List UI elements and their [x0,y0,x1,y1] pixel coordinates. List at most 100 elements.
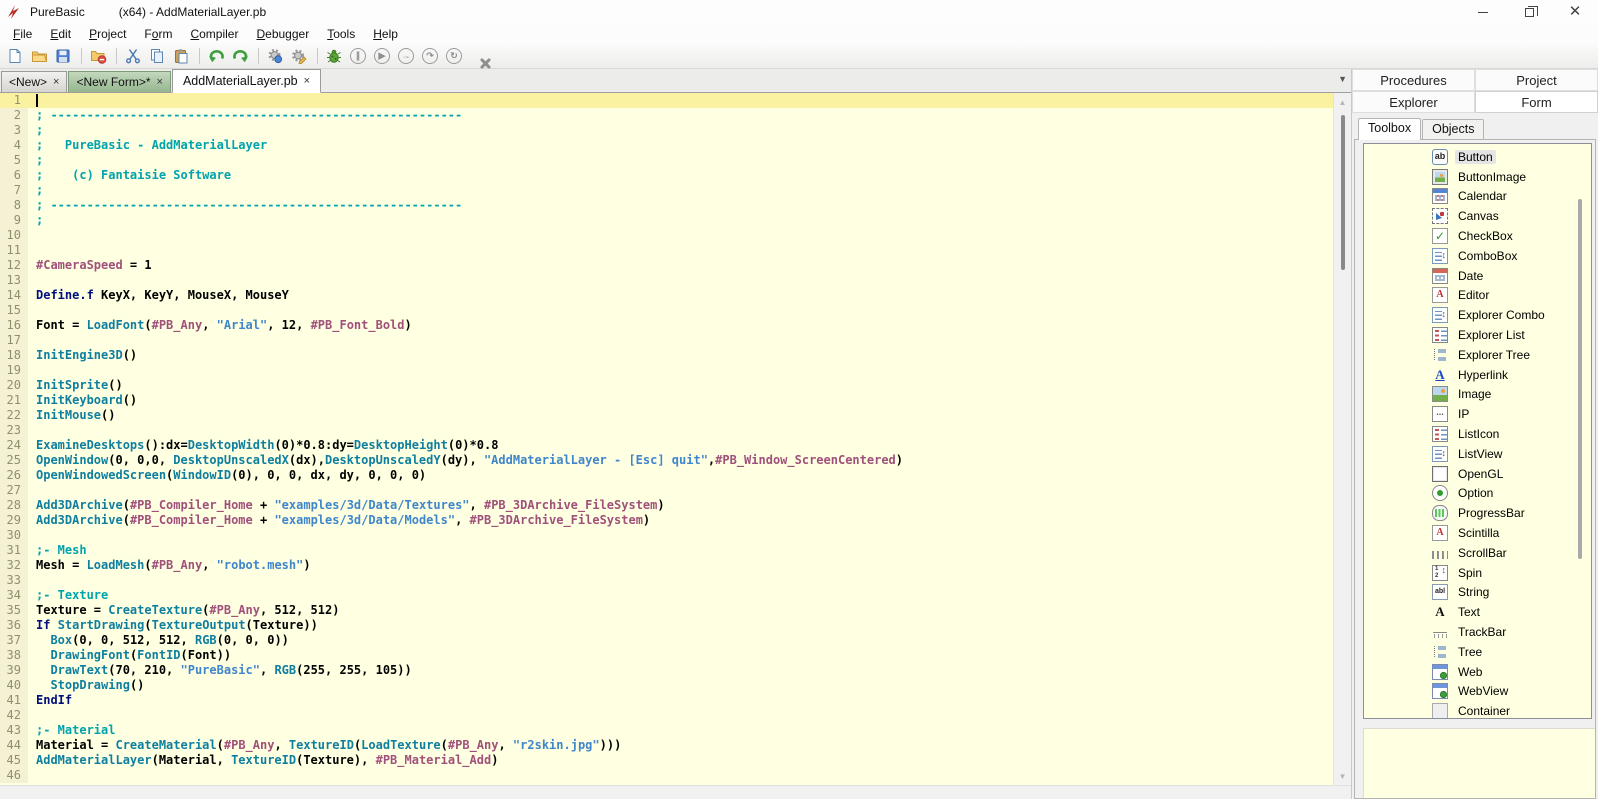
scrollbar-thumb[interactable] [1341,115,1345,270]
toolbox-pane: Button ButtonImage Calendar Canv [1354,139,1596,799]
menu-item[interactable]: Debugger [247,25,318,43]
subtab[interactable]: Objects [1422,119,1484,139]
toolbox-item[interactable]: WebView [1364,682,1591,702]
toolbox-item[interactable]: Tree [1364,642,1591,662]
code-line: 46 [0,768,1333,783]
toolbox-item[interactable]: IP [1364,404,1591,424]
toolbox-item[interactable]: Explorer Tree [1364,345,1591,365]
save-file-icon[interactable] [51,45,75,67]
toolbox-item[interactable]: Canvas [1364,206,1591,226]
tab-close-icon[interactable]: × [53,76,59,88]
toolbox-item[interactable]: Container [1364,701,1591,719]
toolbox-item-label: Scintilla [1455,526,1502,540]
toolbox-item[interactable]: Explorer Combo [1364,305,1591,325]
toolbox-item[interactable]: Scintilla [1364,523,1591,543]
compiler-options-icon[interactable] [287,45,311,67]
toolbox-item[interactable]: Hyperlink [1364,365,1591,385]
file-tab[interactable]: <New> × [1,71,67,92]
undo-icon[interactable] [204,45,228,67]
toolbox-item[interactable]: Explorer List [1364,325,1591,345]
line-number: 18 [0,348,28,363]
form-properties-panel [1363,728,1595,798]
minimize-icon[interactable] [1460,0,1506,24]
line-number: 26 [0,468,28,483]
menu-item[interactable]: Form [135,25,181,43]
close-file-icon[interactable] [86,45,110,67]
editor-vertical-scrollbar[interactable]: ▲ ▼ [1333,93,1351,785]
toolbox-item[interactable]: Image [1364,385,1591,405]
continue-icon[interactable]: ▶ [370,45,394,67]
file-tabbar: <New> × <New Form>* × AddMaterialLayer.p… [0,69,1351,93]
toolbox-item[interactable]: ButtonImage [1364,167,1591,187]
paste-icon[interactable] [169,45,193,67]
toolbox-item[interactable]: OpenGL [1364,464,1591,484]
panel-tab[interactable]: Form [1475,91,1598,113]
toolbox-item[interactable]: Spin [1364,563,1591,583]
step-over-icon[interactable]: ↷ [418,45,442,67]
compile-run-icon[interactable] [263,45,287,67]
panel-tab[interactable]: Project [1475,69,1598,91]
toolbox-item[interactable]: Web [1364,662,1591,682]
hyperlink-icon [1432,367,1448,383]
chevron-down-icon[interactable]: ▼ [1338,74,1347,84]
toolbox-item[interactable]: Date [1364,266,1591,286]
code-editor[interactable]: 1 2 ; ----------------------------------… [0,93,1333,785]
panel-tab[interactable]: Procedures [1352,69,1475,91]
toolbox-item[interactable]: String [1364,583,1591,603]
pause-icon[interactable]: ∥ [346,45,370,67]
redo-icon[interactable] [228,45,252,67]
debugger-bug-icon[interactable] [322,45,346,67]
code-line-text [28,303,1333,318]
app-title: PureBasic [30,5,85,19]
file-tab[interactable]: AddMaterialLayer.pb × [172,69,321,93]
close-icon[interactable]: ✕ [1552,0,1598,24]
code-line-text: InitEngine3D() [28,348,1333,363]
toolbox-item[interactable]: Editor [1364,286,1591,306]
step-icon[interactable]: → [394,45,418,67]
step-out-icon[interactable]: ↻ [442,45,466,67]
button-icon [1432,149,1448,165]
line-number: 13 [0,273,28,288]
menu-item[interactable]: File [4,25,41,43]
code-line-text: ; PureBasic - AddMaterialLayer [28,138,1333,153]
scroll-down-icon[interactable]: ▼ [1334,769,1351,783]
toolbox-item[interactable]: Calendar [1364,187,1591,207]
menu-item[interactable]: Tools [318,25,364,43]
code-line: 31 ;- Mesh [0,543,1333,558]
toolbox-item[interactable]: Option [1364,484,1591,504]
kill-program-icon[interactable] [466,45,490,67]
toolbox-item[interactable]: ListView [1364,444,1591,464]
toolbox-item[interactable]: ComboBox [1364,246,1591,266]
open-file-icon[interactable] [27,45,51,67]
line-number: 6 [0,168,28,183]
toolbox-item[interactable]: ListIcon [1364,424,1591,444]
tab-close-icon[interactable]: × [157,76,163,88]
toolbox-item[interactable]: Button [1364,147,1591,167]
toolbox-item[interactable]: ProgressBar [1364,503,1591,523]
image-icon [1432,386,1448,402]
toolbox-item[interactable]: TrackBar [1364,622,1591,642]
restore-icon[interactable] [1506,0,1552,24]
menu-item[interactable]: Edit [41,25,80,43]
copy-icon[interactable] [145,45,169,67]
scroll-up-icon[interactable]: ▲ [1334,95,1351,109]
file-tab[interactable]: <New Form>* × [68,71,170,92]
toolbox-item[interactable]: Text [1364,602,1591,622]
code-line: 16 Font = LoadFont(#PB_Any, "Arial", 12,… [0,318,1333,333]
code-line: 1 [0,93,1333,108]
toolbox-item[interactable]: CheckBox [1364,226,1591,246]
line-number: 12 [0,258,28,273]
new-file-icon[interactable] [3,45,27,67]
toolbox-scrollbar-thumb[interactable] [1578,199,1582,559]
menu-item[interactable]: Project [80,25,135,43]
subtab[interactable]: Toolbox [1358,118,1421,140]
menu-item[interactable]: Help [364,25,407,43]
menu-item[interactable]: Compiler [181,25,247,43]
progressbar-icon [1432,505,1448,521]
toolbox-item[interactable]: ScrollBar [1364,543,1591,563]
toolbox-item-label: ListIcon [1455,427,1502,441]
tab-close-icon[interactable]: × [304,75,310,87]
editor-horizontal-scrollbar[interactable] [0,785,1351,799]
panel-tab[interactable]: Explorer [1352,91,1475,113]
cut-icon[interactable] [121,45,145,67]
